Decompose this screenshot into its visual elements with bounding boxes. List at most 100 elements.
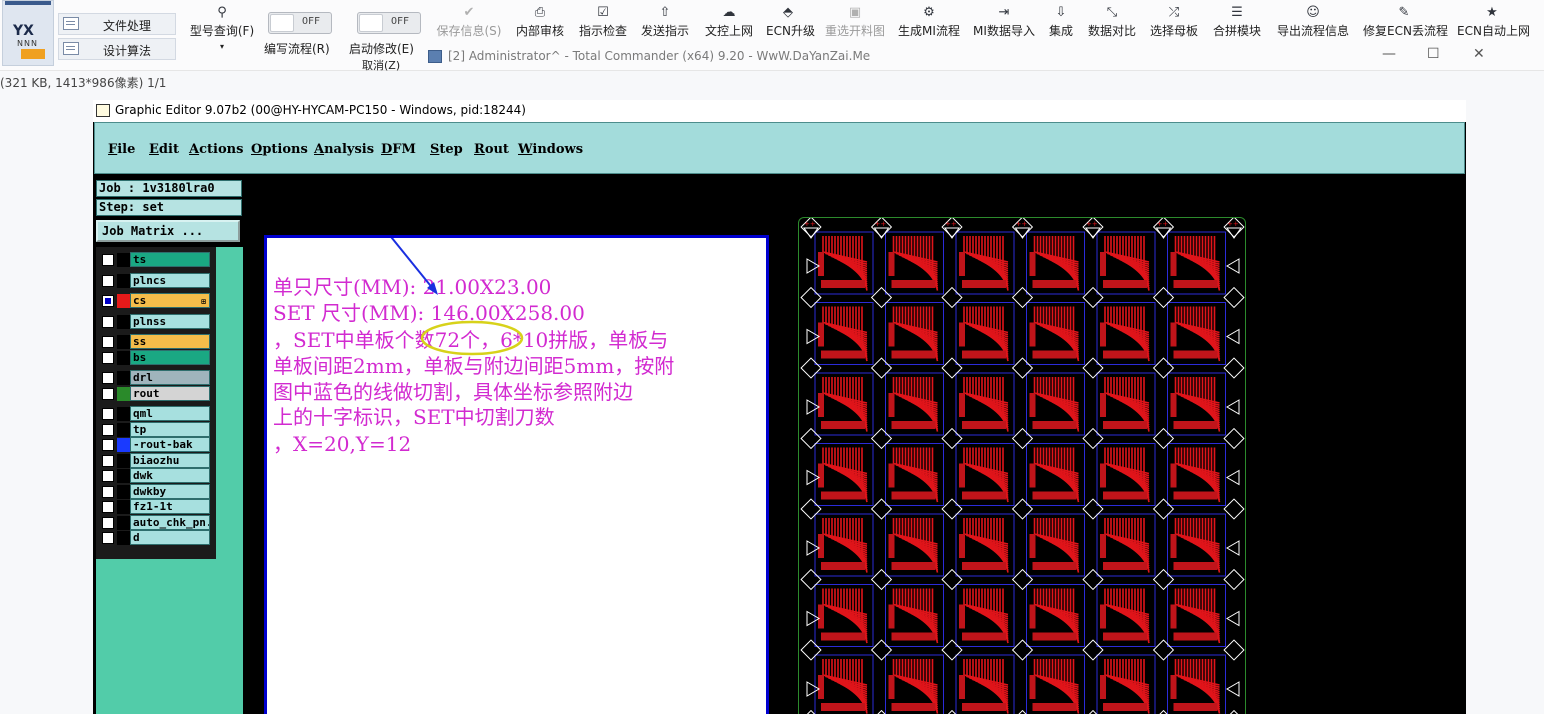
toolbar-button-6[interactable]: ⬘ ECN升级	[766, 4, 815, 40]
start-modify-toggle[interactable]: OFF	[357, 12, 421, 34]
layer-color-swatch[interactable]	[117, 531, 130, 545]
close-button[interactable]: ✕	[1473, 46, 1485, 62]
layer-color-swatch[interactable]	[117, 253, 130, 267]
layer-name[interactable]: auto_chk_pn.	[130, 515, 210, 530]
layer-checkbox[interactable]	[102, 455, 114, 467]
toolbar-button-9[interactable]: ⇥ MI数据导入	[973, 4, 1035, 40]
layer-color-swatch[interactable]	[117, 407, 130, 421]
menu-step[interactable]: Step	[430, 142, 463, 157]
layer-color-swatch[interactable]	[117, 469, 130, 483]
total-commander-title: [2] Administrator^ - Total Commander (x6…	[448, 49, 871, 63]
layer-color-swatch[interactable]	[117, 335, 130, 349]
pcb-panel-view[interactable]: ++ ++ ++ ++ ++ ++ ++	[798, 216, 1246, 714]
toolbar-button-label: 内部审核	[516, 24, 565, 38]
graphic-editor-title: Graphic Editor 9.07b2 (00@HY-HYCAM-PC150…	[115, 103, 526, 117]
toolbar-button-13[interactable]: ☰ 合拼模块	[1213, 4, 1261, 40]
layer-name[interactable]: qml	[130, 406, 210, 421]
layer-color-swatch[interactable]	[117, 516, 130, 530]
layer-name[interactable]: ss	[130, 334, 210, 349]
layer-checkbox[interactable]	[102, 424, 114, 436]
graphic-editor-titlebar[interactable]: Graphic Editor 9.07b2 (00@HY-HYCAM-PC150…	[93, 100, 1466, 122]
toolbar-button-8[interactable]: ⚙ 生成MI流程	[898, 4, 960, 40]
menu-dfm[interactable]: DFM	[381, 142, 416, 157]
toolbar-button-14[interactable]: ☺ 导出流程信息	[1276, 4, 1350, 40]
pcb-pad-column	[1170, 322, 1177, 347]
layer-checkbox[interactable]	[102, 336, 114, 348]
layer-checkbox[interactable]	[102, 295, 114, 307]
layer-name[interactable]: drl	[130, 370, 210, 385]
note-document: 单只尺寸(MM): 21.00X23.00 SET 尺寸(MM): 146.00X…	[264, 235, 769, 714]
layer-color-swatch[interactable]	[117, 438, 130, 452]
layer-name[interactable]: rout	[130, 386, 210, 401]
menu-actions[interactable]: Actions	[189, 142, 243, 157]
layer-name[interactable]: plncs	[130, 273, 210, 288]
layer-name[interactable]: bs	[130, 350, 210, 365]
expand-icon[interactable]: ⊞	[201, 295, 206, 307]
toolbar-button-12[interactable]: ⤮ 选择母板	[1150, 4, 1198, 40]
layer-color-swatch[interactable]	[117, 371, 130, 385]
menu-edit[interactable]: Edit	[149, 142, 179, 157]
layer-checkbox[interactable]	[102, 408, 114, 420]
total-commander-titlebar[interactable]: [2] Administrator^ - Total Commander (x6…	[424, 46, 1544, 68]
layer-checkbox[interactable]	[102, 316, 114, 328]
layer-color-swatch[interactable]	[117, 315, 130, 329]
layer-name[interactable]: -rout-bak	[130, 437, 210, 452]
toolbar-button-3[interactable]: ☑ 指示检查	[579, 4, 627, 40]
write-process-toggle[interactable]: OFF	[268, 12, 332, 34]
image-status-text: (321 KB, 1413*986像素) 1/1	[0, 76, 167, 90]
layer-checkbox[interactable]	[102, 372, 114, 384]
layer-checkbox[interactable]	[102, 470, 114, 482]
model-query-button[interactable]: ⚲ 型号查询(F) ▾	[188, 4, 256, 52]
layer-checkbox[interactable]	[102, 532, 114, 544]
layer-checkbox[interactable]	[102, 254, 114, 266]
job-matrix-button[interactable]: Job Matrix ...	[96, 220, 240, 242]
layer-checkbox[interactable]	[102, 517, 114, 529]
layer-color-swatch[interactable]	[117, 387, 130, 401]
layer-checkbox[interactable]	[102, 501, 114, 513]
layer-color-swatch[interactable]	[117, 274, 130, 288]
app-logo[interactable]: YX NNN	[2, 0, 54, 66]
toolbar-button-label: ECN自动上网	[1457, 24, 1530, 38]
layer-name[interactable]: biaozhu	[130, 453, 210, 468]
menu-windows[interactable]: Windows	[518, 142, 583, 157]
minimize-button[interactable]: —	[1382, 46, 1396, 62]
layer-color-swatch[interactable]	[117, 454, 130, 468]
toolbar-button-10[interactable]: ⇩ 集成	[1048, 4, 1074, 40]
design-algorithm-button[interactable]: 设计算法	[58, 38, 176, 60]
layer-name[interactable]: dwkby	[130, 484, 210, 499]
layer-name[interactable]: dwk	[130, 468, 210, 483]
toolbar-button-1[interactable]: ✔ 保存信息(S)	[434, 4, 504, 40]
layer-color-swatch[interactable]	[117, 423, 130, 437]
menu-rout[interactable]: Rout	[474, 142, 509, 157]
layer-name[interactable]: cs ⊞	[130, 293, 210, 308]
toolbar-button-15[interactable]: ✎ 修复ECN丢流程	[1363, 4, 1448, 40]
layer-color-swatch[interactable]	[117, 500, 130, 514]
menu-options[interactable]: Options	[251, 142, 308, 157]
layer-name[interactable]: d	[130, 530, 210, 545]
layer-name[interactable]: ts	[130, 252, 210, 267]
layer-checkbox[interactable]	[102, 388, 114, 400]
layer-color-swatch[interactable]	[117, 351, 130, 365]
layer-name[interactable]: tp	[130, 422, 210, 437]
toolbar-button-11[interactable]: ⤡ 数据对比	[1088, 4, 1136, 40]
maximize-button[interactable]: ☐	[1427, 46, 1440, 62]
layer-color-swatch[interactable]	[117, 294, 130, 308]
toolbar-button-16[interactable]: ★ ECN自动上网	[1457, 4, 1530, 40]
toolbar-button-2[interactable]: ⎙ 内部审核	[516, 4, 564, 40]
layer-checkbox[interactable]	[102, 275, 114, 287]
menu-analysis[interactable]: Analysis	[314, 142, 374, 157]
layer-name[interactable]: plnss	[130, 314, 210, 329]
toolbar-button-4[interactable]: ⇧ 发送指示	[641, 4, 689, 40]
toolbar-button-5[interactable]: ☁ 文控上网	[704, 4, 754, 40]
pcb-pad-row	[821, 491, 865, 500]
pcb-pad-row	[1173, 280, 1218, 288]
layer-color-swatch[interactable]	[117, 485, 130, 499]
toolbar-button-7[interactable]: ▣ 重选开料图	[824, 4, 886, 40]
file-processing-button[interactable]: 文件处理	[58, 13, 176, 35]
layer-checkbox[interactable]	[102, 439, 114, 451]
layer-checkbox[interactable]	[102, 352, 114, 364]
layer-name[interactable]: fz1-1t	[130, 499, 210, 514]
menu-file[interactable]: File	[108, 142, 135, 157]
layer-checkbox[interactable]	[102, 486, 114, 498]
pcb-pad-row	[962, 350, 1006, 359]
